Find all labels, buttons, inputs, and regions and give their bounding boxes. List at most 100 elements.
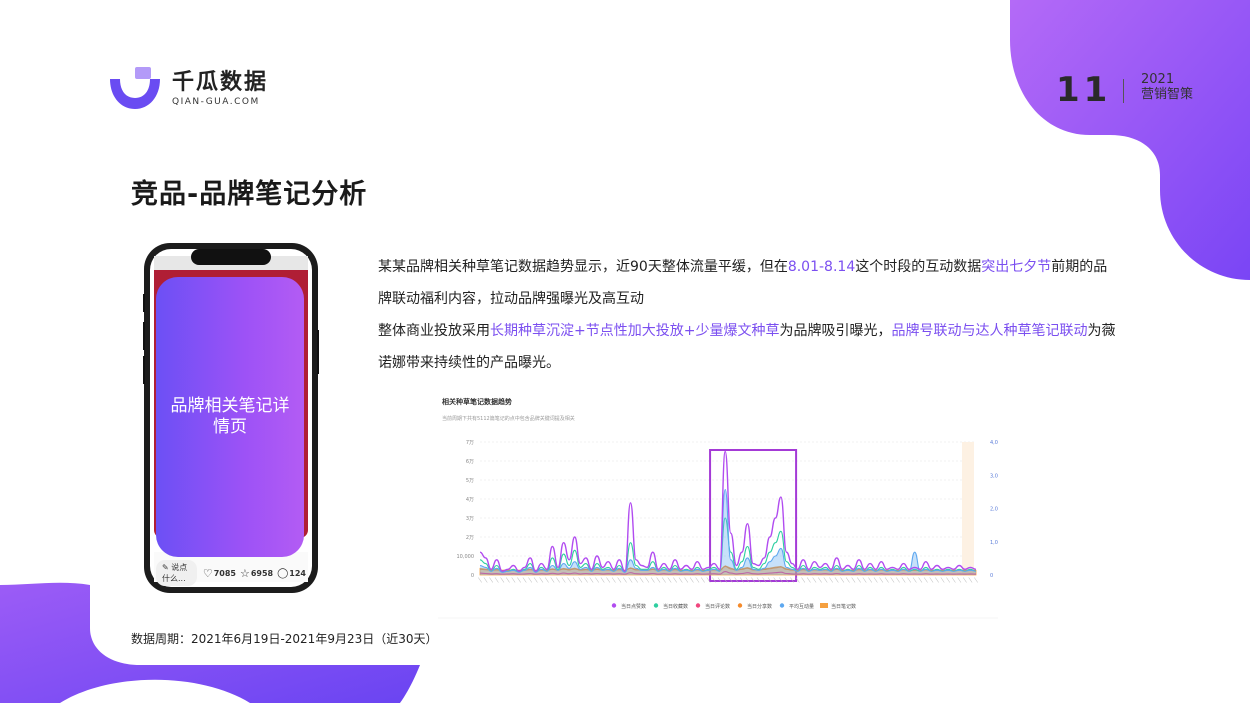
x-tick-mark: [600, 577, 605, 583]
range-slider-band: [962, 442, 974, 575]
x-tick-mark: [511, 577, 516, 583]
desc-highlight-strategy: 长期种草沉淀+节点性加大投放+少量爆文种草: [490, 323, 780, 339]
x-tick-mark: [561, 577, 566, 583]
x-tick-mark: [505, 577, 510, 583]
x-tick-mark: [617, 577, 622, 583]
logo: 千瓜数据 QIAN-GUA.COM: [108, 67, 268, 111]
desc-paragraph-1: 某某品牌相关种草笔记数据趋势显示，近90天整体流量平缓，但在8.01-8.14这…: [378, 251, 1118, 315]
x-tick-mark: [812, 577, 817, 583]
x-tick-mark: [695, 577, 700, 583]
y-right-tick-label: 1,000: [990, 540, 998, 546]
desc-text: 这个时段的互动数据: [855, 259, 982, 275]
x-tick-mark: [589, 577, 594, 583]
y-left-tick-label: 2万: [466, 535, 474, 541]
comment-placeholder: 说点什么...: [162, 563, 188, 583]
legend-swatch: [737, 603, 743, 608]
desc-highlight-period: 8.01-8.14: [787, 259, 856, 275]
like-icon[interactable]: ♡: [203, 567, 213, 580]
x-tick-mark: [622, 577, 627, 583]
x-tick-mark: [940, 577, 945, 583]
x-tick-mark: [606, 577, 611, 583]
x-tick-mark: [478, 577, 482, 583]
x-tick-mark: [517, 577, 521, 583]
y-left-tick-label: 3万: [466, 516, 474, 522]
x-tick-mark: [951, 577, 956, 583]
x-tick-mark: [801, 577, 806, 583]
x-tick-mark: [918, 577, 923, 583]
trend-chart-svg: 相关种草笔记数据趋势 当前周期下共有5112篇笔记的点中包含品牌关键词提及相关 …: [438, 397, 1004, 619]
x-tick-mark: [645, 577, 650, 583]
x-tick-mark: [929, 577, 934, 583]
x-tick-mark: [639, 577, 644, 583]
y-left-tick-label: 4万: [466, 497, 474, 503]
desc-text: 为品牌吸引曝光，: [779, 323, 892, 339]
x-tick-mark: [533, 577, 538, 583]
x-tick-mark: [823, 577, 828, 583]
page-title: 竞品-品牌笔记分析: [131, 179, 368, 210]
header-year-series: 2021 营销智策: [1141, 72, 1193, 102]
x-tick-mark: [528, 577, 533, 583]
x-tick-mark: [684, 577, 689, 583]
y-left-tick-label: 0: [471, 573, 474, 579]
chart-subtitle: 当前周期下共有5112篇笔记的点中包含品牌关键词提及相关: [442, 415, 575, 422]
header-series: 营销智策: [1141, 87, 1194, 102]
x-tick-mark: [522, 577, 527, 583]
x-tick-mark: [656, 577, 661, 583]
x-tick-mark: [489, 577, 494, 583]
x-tick-mark: [673, 577, 677, 583]
x-tick-mark: [628, 577, 633, 583]
comment-count: 124: [289, 568, 306, 578]
x-tick-mark: [829, 577, 834, 583]
x-tick-mark: [818, 577, 822, 583]
legend-swatch: [779, 603, 785, 608]
x-tick-mark: [583, 577, 588, 583]
x-tick-mark: [661, 577, 666, 583]
x-tick-mark: [923, 577, 928, 583]
x-tick-mark: [907, 577, 912, 583]
y-right-tick-label: 0: [990, 573, 993, 579]
x-tick-mark: [483, 577, 488, 583]
x-tick-mark: [567, 577, 572, 583]
x-tick-mark: [840, 577, 845, 583]
legend-swatch: [820, 603, 828, 608]
legend-label: 平均互动量: [789, 603, 814, 610]
x-tick-mark: [974, 577, 978, 583]
star-icon[interactable]: ☆: [240, 567, 250, 580]
star-count: 6958: [250, 568, 274, 578]
x-tick-mark: [595, 577, 599, 583]
like-count: 7085: [213, 568, 236, 578]
legend-label: 当日分享数: [747, 603, 772, 610]
note-detail-overlay: 品牌相关笔记详情页: [156, 277, 304, 557]
analysis-description: 某某品牌相关种草笔记数据趋势显示，近90天整体流量平缓，但在8.01-8.14这…: [378, 251, 1118, 379]
legend-label: 当日评论数: [705, 603, 730, 610]
x-tick-mark: [550, 577, 555, 583]
x-tick-mark: [539, 577, 544, 583]
legend-swatch: [611, 603, 617, 608]
y-left-tick-label: 7万: [466, 440, 474, 446]
x-tick-mark: [946, 577, 951, 583]
x-tick-mark: [896, 577, 900, 583]
comment-input[interactable]: ✎ 说点什么...: [156, 560, 197, 586]
x-tick-mark: [544, 577, 549, 583]
trend-chart: 相关种草笔记数据趋势 当前周期下共有5112篇笔记的点中包含品牌关键词提及相关 …: [438, 392, 1004, 620]
x-tick-mark: [857, 577, 861, 583]
x-tick-mark: [968, 577, 973, 583]
x-tick-mark: [572, 577, 577, 583]
chart-title: 相关种草笔记数据趋势: [442, 397, 512, 406]
comment-icon[interactable]: ◯: [277, 568, 288, 579]
x-tick-mark: [868, 577, 873, 583]
page-number: 11: [1056, 70, 1112, 110]
y-left-tick-label: 10,000: [457, 554, 475, 560]
y-right-tick-label: 3,000: [990, 473, 998, 479]
y-right-tick-label: 4,000: [990, 440, 998, 446]
logo-cn-text: 千瓜数据: [172, 70, 269, 95]
x-tick-mark: [901, 577, 906, 583]
x-tick-mark: [834, 577, 839, 583]
y-right-tick-label: 2,000: [990, 507, 998, 513]
desc-text: 某某品牌相关种草笔记数据趋势显示，近90天整体流量平缓，但在: [378, 259, 788, 275]
x-tick-mark: [500, 577, 505, 583]
x-tick-mark: [873, 577, 878, 583]
x-tick-mark: [667, 577, 672, 583]
phone-comment-bar: ✎ 说点什么... ♡ 7085 ☆ 6958 ◯ 124: [156, 560, 306, 586]
data-period-footer: 数据周期：2021年6月19日-2021年9月23日（近30天）: [131, 632, 438, 646]
